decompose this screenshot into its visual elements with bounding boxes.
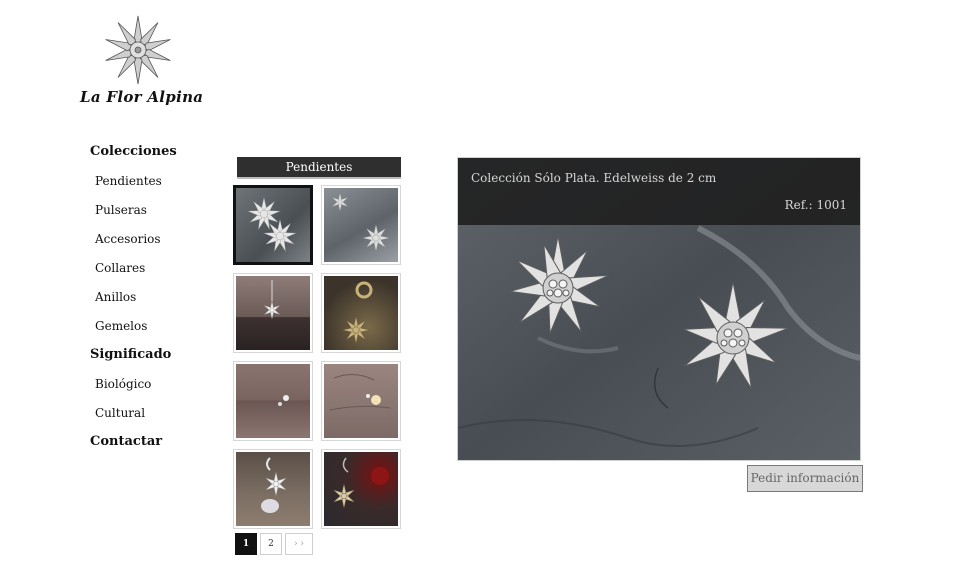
earring-box-image xyxy=(278,395,289,406)
edelweiss-gold-image xyxy=(342,281,373,344)
nav-item-biologico[interactable]: Biológico xyxy=(90,374,220,403)
nav-section-colecciones[interactable]: Colecciones xyxy=(90,142,220,171)
edelweiss-studs-image xyxy=(247,197,297,252)
nav-item-gemelos[interactable]: Gemelos xyxy=(90,316,220,345)
next-page-button[interactable]: › › xyxy=(285,533,313,555)
thumbnail[interactable] xyxy=(233,273,313,353)
edelweiss-logo-icon xyxy=(105,15,171,85)
thumbnail[interactable] xyxy=(233,185,313,265)
edelweiss-red-bead-image xyxy=(333,457,389,509)
request-info-button[interactable]: Pedir información xyxy=(747,465,863,492)
page-1-button[interactable]: 1 xyxy=(235,533,257,555)
nav-item-anillos[interactable]: Anillos xyxy=(90,287,220,316)
product-viewer: Colección Sólo Plata. Edelweiss de 2 cm … xyxy=(457,157,861,461)
edelweiss-small-image xyxy=(332,192,390,252)
nav-item-collares[interactable]: Collares xyxy=(90,258,220,287)
earring-pink-image xyxy=(329,374,391,411)
thumbnail[interactable] xyxy=(321,449,401,529)
sidebar-nav: Colecciones Pendientes Pulseras Accesori… xyxy=(90,142,220,461)
product-title: Colección Sólo Plata. Edelweiss de 2 cm xyxy=(471,171,717,185)
thumbnail[interactable] xyxy=(233,361,313,441)
product-reference: Ref.: 1001 xyxy=(784,198,847,212)
nav-item-cultural[interactable]: Cultural xyxy=(90,403,220,432)
product-caption: Colección Sólo Plata. Edelweiss de 2 cm … xyxy=(458,158,860,225)
brand-name: La Flor Alpina xyxy=(80,88,204,106)
edelweiss-crystal-image xyxy=(261,457,287,513)
thumbnail[interactable] xyxy=(321,361,401,441)
page-2-button[interactable]: 2 xyxy=(260,533,282,555)
thumbnail[interactable] xyxy=(321,185,401,265)
thumbnail[interactable] xyxy=(321,273,401,353)
pagination: 1 2 › › xyxy=(235,533,313,555)
nav-item-accesorios[interactable]: Accesorios xyxy=(90,229,220,258)
brand-logo[interactable]: La Flor Alpina xyxy=(76,14,204,110)
nav-section-contactar[interactable]: Contactar xyxy=(90,432,220,461)
nav-item-pendientes[interactable]: Pendientes xyxy=(90,171,220,200)
nav-item-pulseras[interactable]: Pulseras xyxy=(90,200,220,229)
nav-section-significado[interactable]: Significado xyxy=(90,345,220,374)
gallery-title: Pendientes xyxy=(237,157,401,179)
edelweiss-dangle-image xyxy=(264,280,280,320)
thumbnail[interactable] xyxy=(233,449,313,529)
